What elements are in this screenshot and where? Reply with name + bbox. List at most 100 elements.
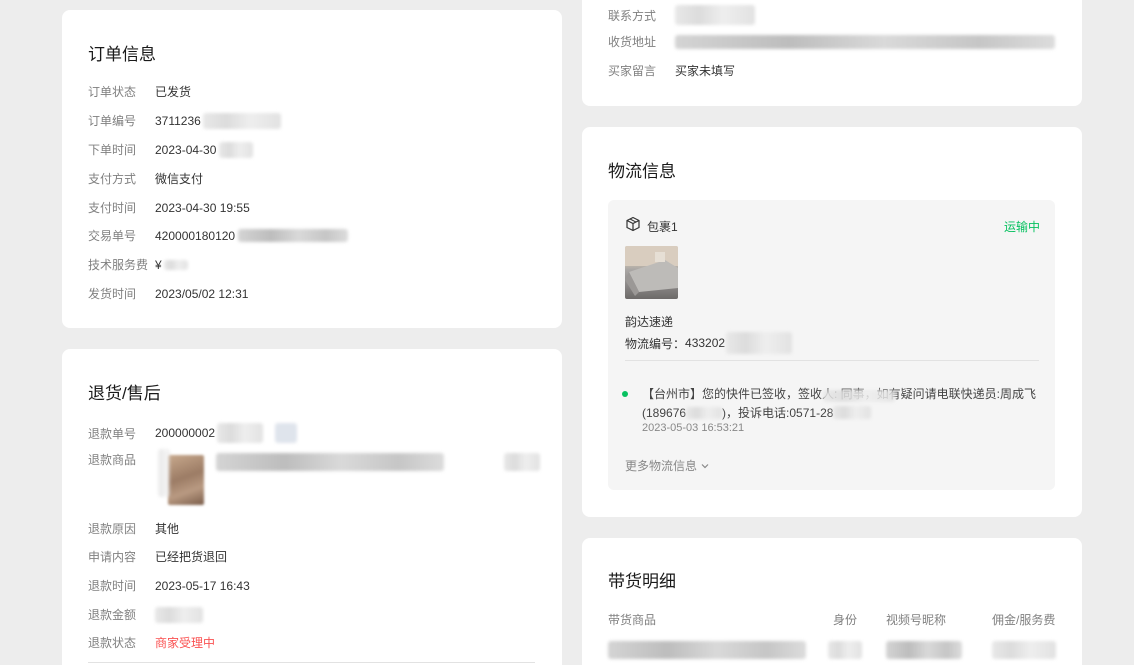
redacted-channel-cell [886,641,962,659]
payment-method-value: 微信支付 [155,172,204,186]
service-fee-value: ¥ [155,257,162,272]
ship-time-row: 发货时间 2023/05/02 12:31 [88,285,248,302]
column-header-role: 身份 [833,613,858,627]
timeline-dot [622,391,628,397]
redacted-block [163,259,188,270]
order-status-row: 订单状态 已发货 [88,83,191,100]
redacted-product-name [216,453,444,471]
refund-reason-row: 退款原因 其他 [88,520,179,537]
more-logistics-link[interactable]: 更多物流信息 [625,457,710,474]
logistics-title: 物流信息 [608,162,676,181]
refund-number-row: 退款单号 200000002 [88,423,298,443]
order-status-label: 订单状态 [88,85,137,99]
tracking-number[interactable]: 433202 [685,336,725,350]
chevron-down-icon [700,461,710,471]
event-text-2: (189676 [642,405,687,420]
redacted-refund-amount [155,606,203,623]
order-info-title: 订单信息 [88,45,156,64]
package-product-thumbnail[interactable] [625,246,678,299]
more-logistics-label: 更多物流信息 [625,459,698,473]
order-time-value: 2023-04-30 [155,142,217,157]
redacted-block [238,229,349,242]
logistics-card: 物流信息 包裹1 运输中 韵达速递 物流编号： 433202 【台州市】您的快件… [582,127,1082,517]
carrier-name: 韵达速递 [625,315,674,329]
package-divider [625,360,1039,361]
transaction-number-row: 交易单号 420000180120 [88,227,349,244]
column-header-channel-name: 视频号昵称 [886,613,947,627]
transaction-number-value[interactable]: 420000180120 [155,229,235,243]
redacted-block [275,423,298,443]
order-number-row: 订单编号 3711236 [88,112,281,129]
ship-time-value: 2023/05/02 12:31 [155,286,249,301]
event-text-3: )，投诉电话:0571-28 [722,406,834,420]
redacted-product-cell [608,641,806,659]
promo-detail-card: 带货明细 带货商品 身份 视频号昵称 佣金/服务费 [582,538,1082,665]
package-status: 运输中 [1003,220,1040,234]
payment-method-label: 支付方式 [88,172,137,186]
column-header-product: 带货商品 [608,613,657,627]
refund-reason-label: 退款原因 [88,522,137,536]
contact-label: 联系方式 [608,8,657,23]
refund-card: 退货/售后 退款单号 200000002 退款商品 退款原因 其他 申请内容 已… [62,349,562,665]
redacted-block [726,332,793,354]
payment-time-value: 2023-04-30 19:55 [155,200,250,215]
refund-content-row: 申请内容 已经把货退回 [88,548,227,565]
redacted-product-spec [504,453,540,471]
event-time: 2023-05-03 16:53:21 [642,422,745,434]
redacted-block [202,112,281,129]
redacted-block [217,423,264,443]
redacted-block [686,406,723,419]
redacted-block [823,390,895,402]
ship-time-label: 发货时间 [88,287,137,301]
transaction-number-label: 交易单号 [88,229,137,243]
buyer-message-row: 买家留言 买家未填写 [608,62,735,79]
refund-product-label: 退款商品 [88,453,137,467]
refund-status-value: 商家受理中 [155,636,216,650]
order-time-label: 下单时间 [88,143,137,157]
buyer-message-value: 买家未填写 [675,64,736,78]
refund-title: 退货/售后 [88,384,161,403]
address-row: 收货地址 [608,33,1055,50]
package-label: 包裹1 [647,220,678,234]
redacted-role-cell [828,641,862,659]
redacted-commission-cell [992,641,1056,659]
order-time-row: 下单时间 2023-04-30 [88,141,254,158]
contact-row: 联系方式 [608,5,755,25]
buyer-message-label: 买家留言 [608,64,657,78]
refund-time-label: 退款时间 [88,579,137,593]
refund-time-row: 退款时间 2023-05-17 16:43 [88,577,250,594]
refund-content-value: 已经把货退回 [155,550,228,564]
column-header-commission: 佣金/服务费 [992,613,1056,627]
tracking-row: 物流编号： 433202 [625,332,793,354]
package-icon [625,216,641,232]
refund-number-value[interactable]: 200000002 [155,426,215,440]
refund-product-row: 退款商品 [88,451,155,468]
refund-product-thumbnail[interactable] [168,455,204,505]
order-status-value: 已发货 [155,85,192,99]
redacted-block [833,406,872,419]
refund-content-label: 申请内容 [88,550,137,564]
refund-number-label: 退款单号 [88,426,137,441]
refund-time-value: 2023-05-17 16:43 [155,578,250,593]
refund-amount-row: 退款金额 [88,606,203,623]
package-panel: 包裹1 运输中 韵达速递 物流编号： 433202 【台州市】您的快件已签收，签… [608,200,1055,490]
redacted-block [219,141,254,158]
redacted-block [158,449,170,497]
payment-time-row: 支付时间 2023-04-30 19:55 [88,199,250,216]
refund-divider [88,662,535,663]
buyer-info-card: 联系方式 收货地址 买家留言 买家未填写 [582,0,1082,106]
refund-amount-label: 退款金额 [88,608,137,622]
order-number-label: 订单编号 [88,114,137,128]
tracking-label: 物流编号： [625,336,686,351]
promo-title: 带货明细 [608,572,676,591]
service-fee-row: 技术服务费 ¥ [88,256,188,273]
refund-reason-value: 其他 [155,522,180,536]
address-label: 收货地址 [608,35,657,49]
refund-status-row: 退款状态 商家受理中 [88,634,215,651]
order-number-value[interactable]: 3711236 [155,114,201,128]
payment-time-label: 支付时间 [88,201,137,215]
order-info-card: 订单信息 订单状态 已发货 订单编号 3711236 下单时间 2023-04-… [62,10,562,328]
event-line-2: (189676 )，投诉电话:0571-28 [642,404,872,421]
redacted-address [675,34,1055,49]
refund-status-label: 退款状态 [88,636,137,650]
